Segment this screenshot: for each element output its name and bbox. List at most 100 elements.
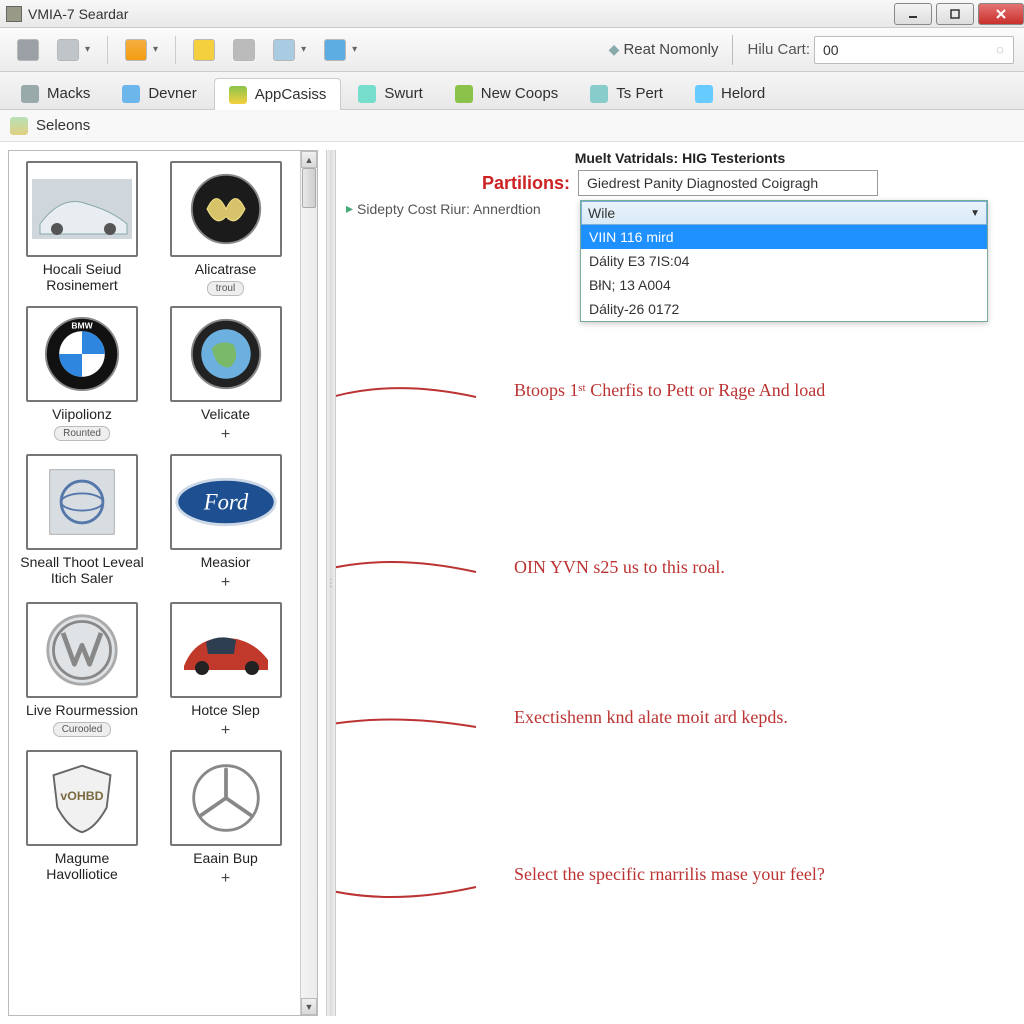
- combo-dropdown: Wile ▼ VIIN 116 mirdDálity E3 7IS:04BłN;…: [580, 200, 988, 322]
- splitter-handle[interactable]: ⋮: [326, 150, 336, 1016]
- tab-newcoops[interactable]: New Coops: [440, 77, 574, 109]
- device-icon: [57, 39, 79, 61]
- tab-strip: Macks Devner AppCasiss Swurt New Coops T…: [0, 72, 1024, 110]
- window-controls: [890, 3, 1024, 25]
- brand-label: Measior: [201, 554, 251, 572]
- brand-subbutton[interactable]: troul: [207, 281, 244, 296]
- tab-tspert[interactable]: Ts Pert: [575, 77, 678, 109]
- scroll-down-button[interactable]: ▼: [301, 998, 317, 1015]
- tab-label: Devner: [148, 85, 196, 102]
- combo-option[interactable]: Dálity-26 0172: [581, 297, 987, 321]
- main-panel: Muelt Vatridals: HIG Testerionts Partili…: [336, 142, 1024, 1024]
- title-bar: VMIA-7 Seardar: [0, 0, 1024, 28]
- tab-appcasiss[interactable]: AppCasiss: [214, 78, 342, 110]
- seleons-label: Seleons: [36, 117, 90, 134]
- plus-icon[interactable]: +: [221, 870, 230, 888]
- brand-thumb: vOHBD: [26, 750, 138, 846]
- tab-label: AppCasiss: [255, 86, 327, 103]
- annotation-2: OIN YVN s25 us to this roal.: [514, 557, 725, 578]
- brand-subbutton[interactable]: Rounted: [54, 426, 110, 441]
- body-area: Hocali Seiud RosinemertAlicatrasetroulBM…: [0, 142, 1024, 1024]
- annotation-1: Btoops 1ˢᵗ Cherfis to Pett or Rąge And l…: [514, 380, 825, 401]
- brand-thumb: BMW: [26, 306, 138, 402]
- brand-tile[interactable]: Ford Measior +: [163, 454, 289, 592]
- android-icon: [455, 85, 473, 103]
- close-button[interactable]: [978, 3, 1024, 25]
- tab-swurt[interactable]: Swurt: [343, 77, 437, 109]
- brand-thumb: Ford: [170, 454, 282, 550]
- brand-label: Sneall Thoot Leveal Itich Saler: [19, 554, 145, 586]
- toolbar-button-7[interactable]: [317, 35, 364, 65]
- brand-tile[interactable]: vOHBD Magume Havolliotice: [19, 750, 145, 888]
- svg-text:vOHBD: vOHBD: [60, 789, 103, 803]
- main-toolbar: ◆Reat Nomonly Hilu Cart: ◌: [0, 28, 1024, 72]
- brand-label: Magume Havolliotice: [19, 850, 145, 882]
- folder2-icon: [193, 39, 215, 61]
- brand-thumb: [26, 602, 138, 698]
- toolbar-button-3[interactable]: [118, 35, 165, 65]
- doc-icon: [324, 39, 346, 61]
- brand-subbutton[interactable]: Curooled: [53, 722, 112, 737]
- svg-text:BMW: BMW: [71, 320, 93, 330]
- sidebar-panel: Hocali Seiud RosinemertAlicatrasetroulBM…: [8, 150, 318, 1016]
- toolbar-button-5[interactable]: [226, 35, 262, 65]
- brand-thumb: [170, 750, 282, 846]
- app-icon: [6, 6, 22, 22]
- sidebar-scrollbar[interactable]: ▲ ▼: [300, 151, 317, 1015]
- combo-option[interactable]: VIIN 116 mird: [581, 225, 987, 249]
- plus-icon[interactable]: +: [221, 426, 230, 444]
- cart-input[interactable]: [814, 36, 1014, 64]
- maximize-button[interactable]: [936, 3, 974, 25]
- minimize-button[interactable]: [894, 3, 932, 25]
- plus-icon[interactable]: +: [221, 574, 230, 592]
- brand-thumb: [170, 161, 282, 257]
- brand-label: Eaain Bup: [193, 850, 258, 868]
- brand-label: Hocali Seiud Rosinemert: [19, 261, 145, 293]
- list-icon: [590, 85, 608, 103]
- toolbar-button-4[interactable]: [186, 35, 222, 65]
- scroll-thumb[interactable]: [302, 168, 316, 208]
- tab-label: Helord: [721, 85, 765, 102]
- brand-tile[interactable]: Sneall Thoot Leveal Itich Saler: [19, 454, 145, 592]
- cloud-icon: [122, 85, 140, 103]
- tab-label: Ts Pert: [616, 85, 663, 102]
- reat-label: ◆Reat Nomonly: [609, 41, 719, 58]
- brand-tile[interactable]: Live RourmessionCurooled: [19, 602, 145, 740]
- swurt-icon: [358, 85, 376, 103]
- tab-label: Macks: [47, 85, 90, 102]
- brand-label: Velicate: [201, 406, 250, 424]
- box-icon: [125, 39, 147, 61]
- macks-icon: [21, 85, 39, 103]
- window-title: VMIA-7 Seardar: [28, 6, 128, 22]
- brand-tile[interactable]: Velicate +: [163, 306, 289, 444]
- combo-option[interactable]: BłN; 13 A004: [581, 273, 987, 297]
- panel-header: Muelt Vatridals: HIG Testerionts: [336, 150, 1024, 166]
- combo-top[interactable]: Wile ▼: [581, 201, 987, 225]
- brand-tile[interactable]: Hocali Seiud Rosinemert: [19, 161, 145, 296]
- tab-helord[interactable]: Helord: [680, 77, 780, 109]
- folder-icon: [17, 39, 39, 61]
- annotation-4: Select the specific rnarrilis mase your …: [514, 864, 825, 885]
- cart-go-icon[interactable]: ◌: [990, 40, 1010, 60]
- plus-icon[interactable]: +: [221, 722, 230, 740]
- toolbar-button-2[interactable]: [50, 35, 97, 65]
- brand-tile[interactable]: BMWViipolionzRounted: [19, 306, 145, 444]
- combo-option[interactable]: Dálity E3 7IS:04: [581, 249, 987, 273]
- chevron-right-icon: ▸: [346, 200, 353, 217]
- brand-tile[interactable]: Hotce Slep +: [163, 602, 289, 740]
- scroll-up-button[interactable]: ▲: [301, 151, 317, 168]
- brand-tile[interactable]: Alicatrasetroul: [163, 161, 289, 296]
- phone-icon: [233, 39, 255, 61]
- toolbar-button-1[interactable]: [10, 35, 46, 65]
- toolbar-button-6[interactable]: [266, 35, 313, 65]
- brand-thumb: [26, 454, 138, 550]
- partilions-field[interactable]: Giedrest Panity Diagnosted Coigragh: [578, 170, 878, 196]
- brand-label: Hotce Slep: [191, 702, 259, 720]
- brand-tile[interactable]: Eaain Bup +: [163, 750, 289, 888]
- tab-devner[interactable]: Devner: [107, 77, 211, 109]
- toolbar-separator: [175, 36, 176, 64]
- brand-thumb: [170, 306, 282, 402]
- tab-macks[interactable]: Macks: [6, 77, 105, 109]
- app-icon: [229, 86, 247, 104]
- annotation-3: Exectishenn knd alate moit ard kepds.: [514, 707, 788, 728]
